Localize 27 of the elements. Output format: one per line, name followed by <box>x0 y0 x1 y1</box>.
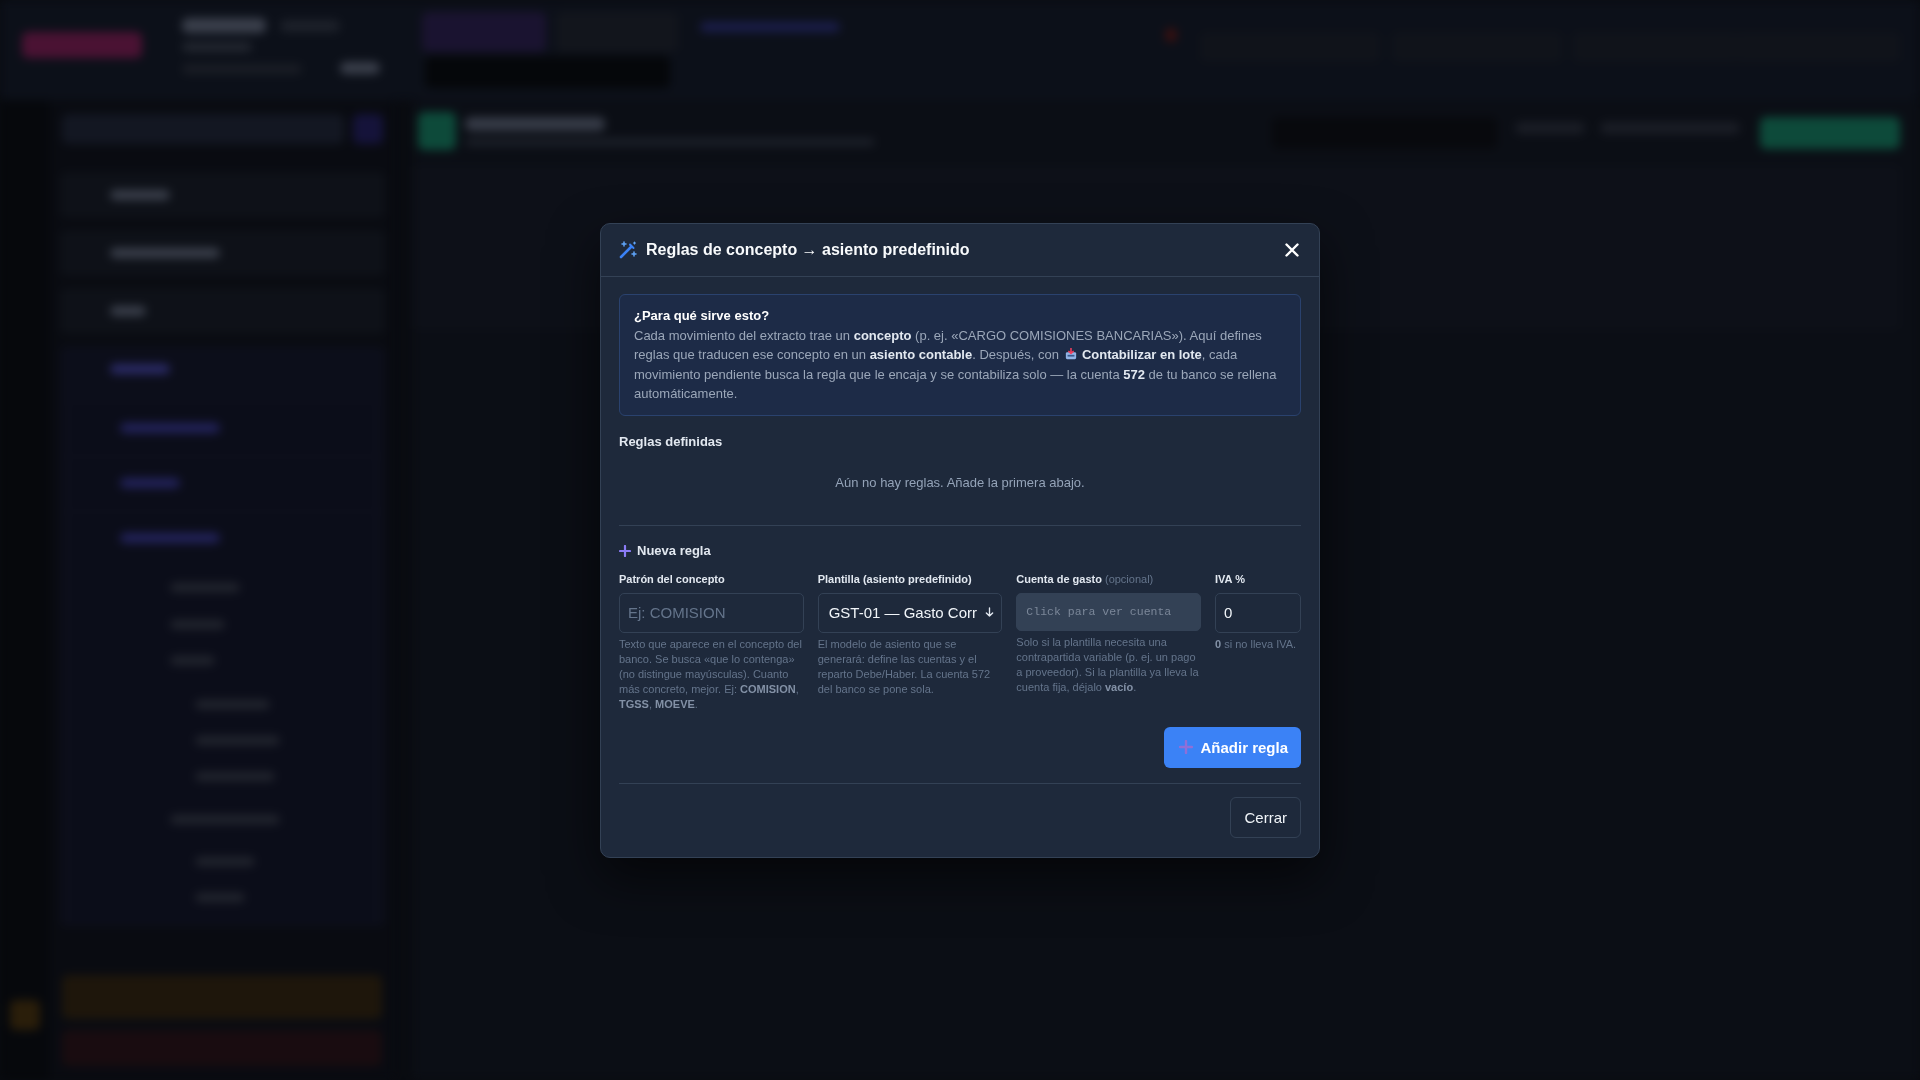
help-text: 0 si no lleva IVA. <box>1215 636 1298 652</box>
help-text: Texto que aparece en el concepto del banco. Se busca «que lo contenga» (no distingue mayúsculas). Cuanto más concreto, mejor. Ej: COMISION, TGSS, MOEVE. <box>619 636 803 712</box>
help-text: El modelo de asiento que se generará: define las cuentas y el reparto Debe/Haber. La cuenta 572 del banco se pone sola. <box>817 636 992 697</box>
info-heading: ¿Para qué sirve esto? <box>634 306 771 325</box>
inbox-tray-icon <box>1064 348 1077 360</box>
plus-icon <box>1179 740 1194 754</box>
empty-state-text: Aún no hay reglas. Añade la primera abajo. <box>835 473 1085 492</box>
optional-note: (opcional) <box>1104 572 1154 585</box>
section-title: Reglas definidas <box>619 432 724 451</box>
field-label: IVA % <box>1215 572 1245 585</box>
dialog-title: Reglas de concepto → asiento predefinido <box>646 240 970 259</box>
field-label: Patrón del concepto <box>619 572 725 585</box>
field-label: Plantilla (asiento predefinido) <box>817 572 972 585</box>
plus-icon <box>619 544 631 557</box>
input-field[interactable]: Ej: COMISION <box>619 592 804 633</box>
close-dialog-button[interactable]: Cerrar <box>1230 796 1301 838</box>
chevron-down-icon <box>985 607 995 618</box>
section-title: Nueva regla <box>637 541 711 560</box>
magic-wand-icon <box>619 240 637 259</box>
field-label: Cuenta de gasto <box>1016 572 1102 585</box>
input-field[interactable]: 0 <box>1215 592 1301 633</box>
info-paragraph: Cada movimiento del extracto trae un concepto (p. ej. «CARGO COMISIONES BANCARIAS»). Aquí defines reglas que traducen ese concepto en un asiento contable. Después, con Contabilizar en lote, cada movimiento pendiente busca la regla que le encaja y se contabiliza solo — la cuenta 572 de tu banco se rellena automáticamente. <box>634 326 1278 403</box>
add-rule-button[interactable]: Añadir regla <box>1164 726 1301 768</box>
account-picker-field[interactable]: Click para ver cuenta <box>1016 592 1201 631</box>
template-select[interactable]: GST-01 — Gasto Corr <box>817 592 1003 633</box>
help-text: Solo si la plantilla necesita una contrapartida variable (p. ej. un pago a proveedor). Si la plantilla ya lleva la cuenta fija, déjalo vacío. <box>1016 634 1200 695</box>
close-icon <box>1285 242 1299 257</box>
